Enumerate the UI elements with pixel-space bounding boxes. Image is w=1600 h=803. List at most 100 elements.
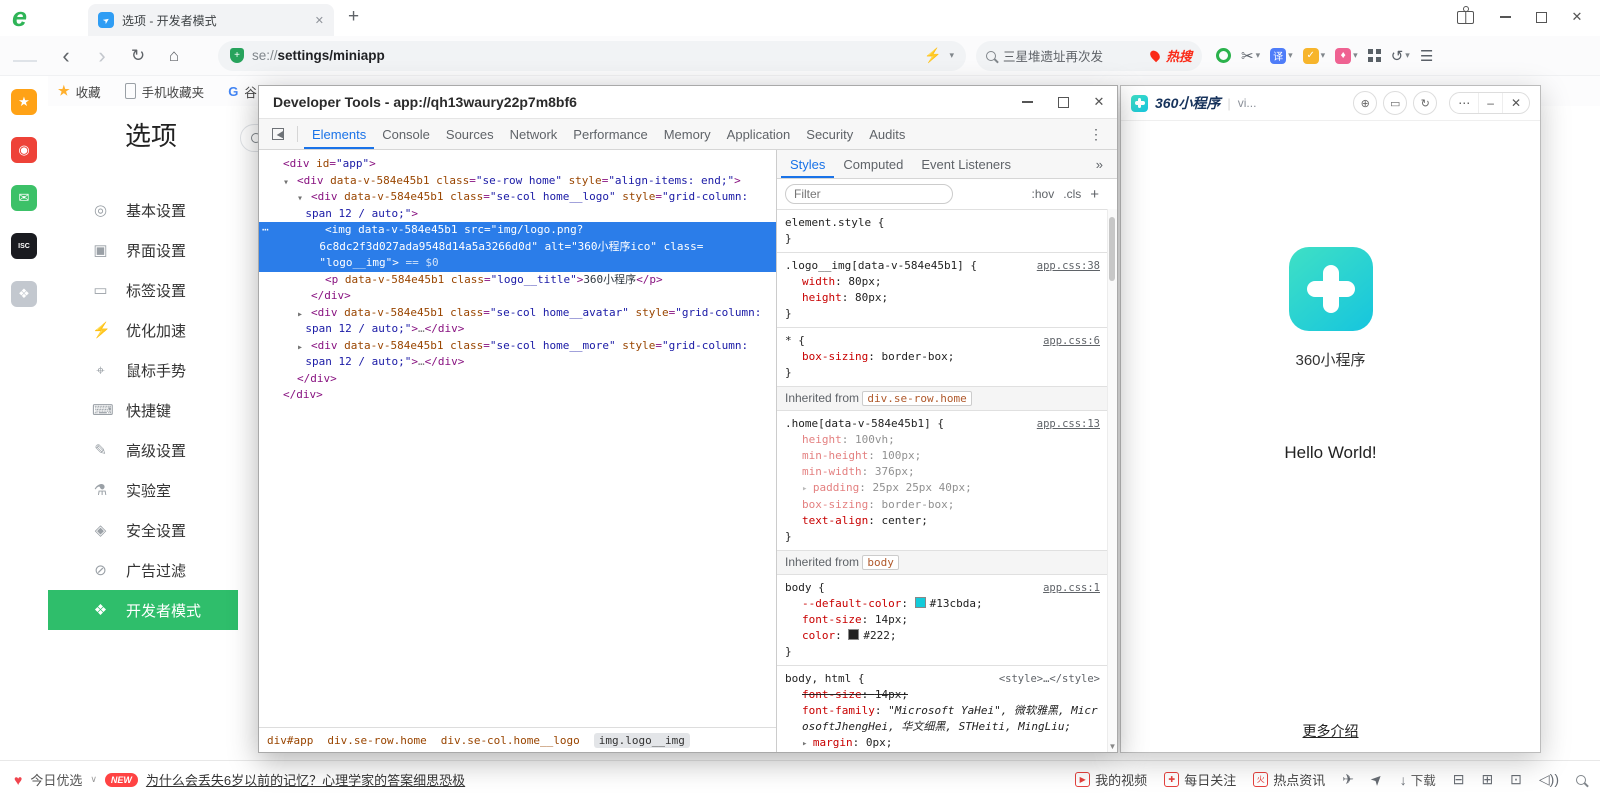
devtools-minimize-button[interactable] [1009,86,1045,118]
breadcrumb-item[interactable]: img.logo__img [594,733,690,748]
minimize-icon[interactable]: – [1478,93,1502,113]
dom-line[interactable]: ⋯<img data-v-584e45b1 src="img/logo.png? [259,222,776,239]
headline-link[interactable]: 为什么会丢失6岁以前的记忆？心理学家的答案细思恐极 [146,770,465,789]
forward-button[interactable]: › [88,41,116,71]
browser-tab[interactable]: 选项 - 开发者模式 ✕ [88,4,334,36]
scanner-icon[interactable]: ⊞ [1481,771,1493,788]
hot-search-label[interactable]: 热搜 [1166,46,1192,65]
css-property[interactable]: box-sizing: border-box; [785,349,1100,365]
search-box[interactable]: 三星堆遗址再次发 热搜 [976,41,1202,71]
refresh-icon[interactable]: ↻ [1413,91,1437,115]
devtools-tab-memory[interactable]: Memory [656,119,719,149]
css-property[interactable]: --default-color: #13cbda; [785,596,1100,612]
window-minimize-button[interactable] [1490,4,1520,30]
color-swatch[interactable] [915,597,926,608]
dom-line[interactable]: ▸<div data-v-584e45b1 class="se-col home… [259,338,776,355]
devtools-menu-icon[interactable]: ⋮ [1081,126,1111,143]
devtools-tab-security[interactable]: Security [798,119,861,149]
close-icon[interactable]: ✕ [1502,93,1529,113]
pseudo-class-toggle[interactable]: :hov [1032,187,1055,201]
dom-line[interactable]: ▸<div data-v-584e45b1 class="se-col home… [259,305,776,322]
styles-tab-styles[interactable]: Styles [781,150,834,178]
inspect-element-icon[interactable] [265,123,291,145]
send-icon[interactable]: ✈ [1342,771,1354,788]
mail-app-icon[interactable]: ✉ [11,185,37,211]
site-security-icon[interactable]: + [230,48,244,63]
color-swatch[interactable] [848,629,859,640]
devtools-tab-sources[interactable]: Sources [438,119,502,149]
window-close-button[interactable]: ✕ [1562,4,1592,30]
css-property[interactable]: font-size: 14px; [785,612,1100,628]
css-property[interactable]: height: 80px; [785,290,1100,306]
settings-menu-item-security[interactable]: ◈安全设置 [48,510,238,550]
css-property[interactable]: min-height: 100px; [785,448,1100,464]
settings-menu-item-adblock[interactable]: ⊘广告过滤 [48,550,238,590]
new-tab-button[interactable]: + [348,6,359,28]
dom-line[interactable]: </div> [259,387,776,404]
scissors-icon[interactable]: ✂▾ [1241,47,1260,65]
gamepad-icon[interactable]: ♦▾ [1335,48,1358,64]
settings-menu-item-basic[interactable]: ◎基本设置 [48,190,238,230]
quick-launch-icon[interactable]: ⚡ [924,47,941,64]
devtools-tab-console[interactable]: Console [374,119,438,149]
locate-icon[interactable]: ⊕ [1353,91,1377,115]
isc-app-icon[interactable]: ISC [11,233,37,259]
daily-picks-label[interactable]: 今日优选 [30,770,82,789]
inherited-target-chip[interactable]: div.se-row.home [862,391,971,406]
devtools-tab-application[interactable]: Application [719,119,799,149]
styles-tab-event-listeners[interactable]: Event Listeners [912,150,1020,178]
breadcrumb-item[interactable]: div.se-col.home__logo [441,734,580,747]
dom-line[interactable]: span 12 / auto;">…</div> [259,354,776,371]
dom-line[interactable]: "logo__img"> == $0 [259,255,776,272]
tabs-overflow-icon[interactable]: » [1096,157,1113,172]
more-info-link[interactable]: 更多介绍 [1121,721,1540,741]
css-property[interactable]: ▸ margin: 0px; [785,735,1100,752]
tab-close-icon[interactable]: ✕ [315,14,324,27]
address-dropdown-icon[interactable]: ▾ [949,50,954,61]
bookmark-favorites[interactable]: ★收藏 [58,82,101,101]
eyeshield-icon[interactable] [1216,48,1231,63]
css-source-link[interactable]: app.css:13 [1029,416,1100,432]
speaker-icon[interactable]: ◁)) [1539,771,1559,788]
more-actions-icon[interactable]: ⋯ [262,222,268,239]
settings-menu-item-tabs[interactable]: ▭标签设置 [48,270,238,310]
devtools-tab-network[interactable]: Network [502,119,566,149]
dom-line[interactable]: </div> [259,288,776,305]
browser-logo-icon[interactable]: e [12,2,27,33]
settings-menu-item-advanced[interactable]: ✎高级设置 [48,430,238,470]
settings-menu-item-interface[interactable]: ▣界面设置 [48,230,238,270]
dom-line[interactable]: 6c8dc2f3d027ada9548d14a5a3266d0d" alt="3… [259,239,776,256]
apps-grid-icon[interactable] [1368,49,1381,62]
devtools-tab-audits[interactable]: Audits [861,119,913,149]
css-source-link[interactable]: app.css:1 [1035,580,1100,596]
devtools-tab-elements[interactable]: Elements [304,119,374,149]
scrollbar-thumb[interactable] [1109,217,1115,281]
refresh-button[interactable]: ↻ [124,41,152,71]
back-button[interactable]: ‹ [52,41,80,71]
bookmark-google[interactable]: G谷 [228,82,257,101]
css-property[interactable]: text-align: center; [785,513,1100,529]
search-query[interactable]: 三星堆遗址再次发 [1003,46,1144,65]
plugin-app-icon[interactable]: ❖ [11,281,37,307]
devtools-tab-performance[interactable]: Performance [565,119,655,149]
css-source-link[interactable]: <style>…</style> [991,671,1100,687]
settings-menu-item-speed[interactable]: ⚡优化加速 [48,310,238,350]
star-app-icon[interactable]: ★ [11,89,37,115]
styles-scrollbar[interactable]: ▼ [1107,209,1117,752]
devtools-titlebar[interactable]: Developer Tools - app://qh13waury22p7m8b… [259,86,1117,119]
styles-filter-input[interactable] [785,184,953,204]
devtools-close-button[interactable]: ✕ [1081,86,1117,118]
settings-menu-item-hotkeys[interactable]: ⌨快捷键 [48,390,238,430]
shield-ext-icon[interactable]: ✓▾ [1303,48,1326,64]
css-property[interactable]: font-size: 14px; [785,687,1100,703]
scroll-down-icon[interactable]: ▼ [1108,742,1117,751]
dom-line[interactable]: span 12 / auto;"> [259,206,776,223]
class-toggle[interactable]: .cls [1063,187,1081,201]
css-property[interactable]: font-family: "Microsoft YaHei", 微软雅黑, Mi… [785,703,1100,735]
home-button[interactable]: ⌂ [160,41,188,71]
settings-menu-item-lab[interactable]: ⚗实验室 [48,470,238,510]
css-property[interactable]: height: 100vh; [785,432,1100,448]
statusbar-link-daily-follow[interactable]: ✚每日关注 [1164,770,1236,789]
zoom-icon[interactable] [1576,775,1586,785]
media-app-icon[interactable]: ◉ [11,137,37,163]
